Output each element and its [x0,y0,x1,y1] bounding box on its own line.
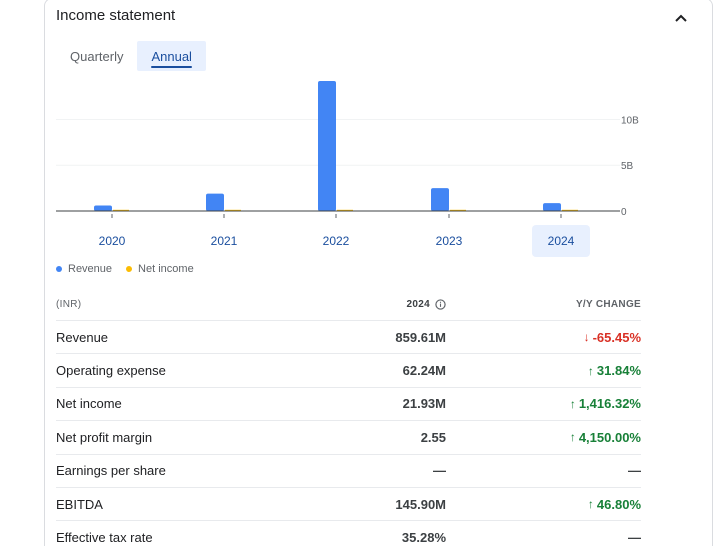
row-change-value: — [628,530,641,546]
arrow-up-icon: ↑ [587,363,594,378]
legend-net-income-label: Net income [138,263,194,275]
revenue-bar [318,81,336,211]
table-header: (INR) 2024 Y/Y CHANGE [56,289,641,321]
table-row: EBITDA 145.90M ↑ 46.80% [56,488,641,522]
row-value: 2.55 [420,429,446,445]
row-label: Effective tax rate [56,530,153,546]
revenue-dot-icon [56,266,62,272]
revenue-bar [431,188,449,211]
currency-header: (INR) [56,299,82,310]
y-tick-label: 5B [621,161,634,172]
table-row: Net income 21.93M ↑ 1,416.32% [56,388,641,422]
row-value: — [433,463,446,479]
row-change-value: — [628,463,641,479]
table-row: Effective tax rate 35.28% — [56,521,641,546]
revenue-bar [206,193,224,211]
net-income-dot-icon [126,266,133,272]
row-label: Revenue [56,329,109,345]
row-value: 859.61M [395,329,446,345]
chart-legend: Revenue Net income [56,263,194,275]
table-row: Net profit margin 2.55 ↑ 4,150.00% [56,421,641,455]
legend-revenue: Revenue [56,263,112,275]
category-label[interactable]: 2023 [436,234,463,248]
row-change-value: 31.84% [596,363,641,379]
row-value: 145.90M [395,496,446,512]
row-label: Net profit margin [56,429,153,445]
legend-net-income: Net income [126,263,194,275]
info-icon[interactable] [435,299,446,310]
arrow-up-icon: ↑ [569,396,576,411]
table-row: Earnings per share — — [56,455,641,488]
arrow-up-icon: ↑ [587,497,594,512]
row-label: EBITDA [56,496,103,512]
category-label[interactable]: 2024 [548,234,575,248]
category-label[interactable]: 2020 [99,234,126,248]
row-change: ↑ 4,150.00% [446,430,641,445]
row-change: ↑ 1,416.32% [446,396,641,411]
category-label[interactable]: 2022 [323,234,350,248]
arrow-up-icon: ↑ [569,430,576,445]
table-body: Revenue 859.61M ↓ -65.45% Operating expense 6… [56,321,641,546]
revenue-bar [543,203,561,211]
table-row: Operating expense 62.24M ↑ 31.84% [56,354,641,388]
revenue-chart: 10B 5B 0 2020 2021 2022 2023 2024 [56,81,639,257]
row-change: ↑ 46.80% [446,497,641,512]
row-change: ↓ -65.45% [446,330,641,345]
income-statement-card: Income statement Quarterly Annual 10B 5B 0… [44,0,713,546]
row-change: ↑ 31.84% [446,363,641,378]
year-header-label: 2024 [406,299,430,310]
row-label: Earnings per share [56,463,166,479]
category-label[interactable]: 2021 [211,234,238,248]
row-value: 35.28% [401,530,446,546]
row-change-value: 4,150.00% [578,429,641,445]
row-value: 62.24M [402,363,446,379]
year-header: 2024 [356,299,446,310]
row-label: Net income [56,396,122,412]
row-change-value: -65.45% [592,329,641,345]
row-change-value: 46.80% [596,496,641,512]
row-value: 21.93M [402,396,446,412]
revenue-bar [94,205,112,211]
row-label: Operating expense [56,363,166,379]
row-change: — [446,530,641,545]
row-change: — [446,463,641,478]
change-header: Y/Y CHANGE [575,299,641,310]
financials-table: (INR) 2024 Y/Y CHANGE Revenue 859.61M ↓ -65… [56,289,641,546]
y-tick-label: 10B [621,115,639,126]
row-change-value: 1,416.32% [578,396,641,412]
arrow-down-icon: ↓ [583,330,590,345]
table-row: Revenue 859.61M ↓ -65.45% [56,321,641,355]
legend-revenue-label: Revenue [68,263,113,275]
y-tick-label: 0 [621,207,627,218]
